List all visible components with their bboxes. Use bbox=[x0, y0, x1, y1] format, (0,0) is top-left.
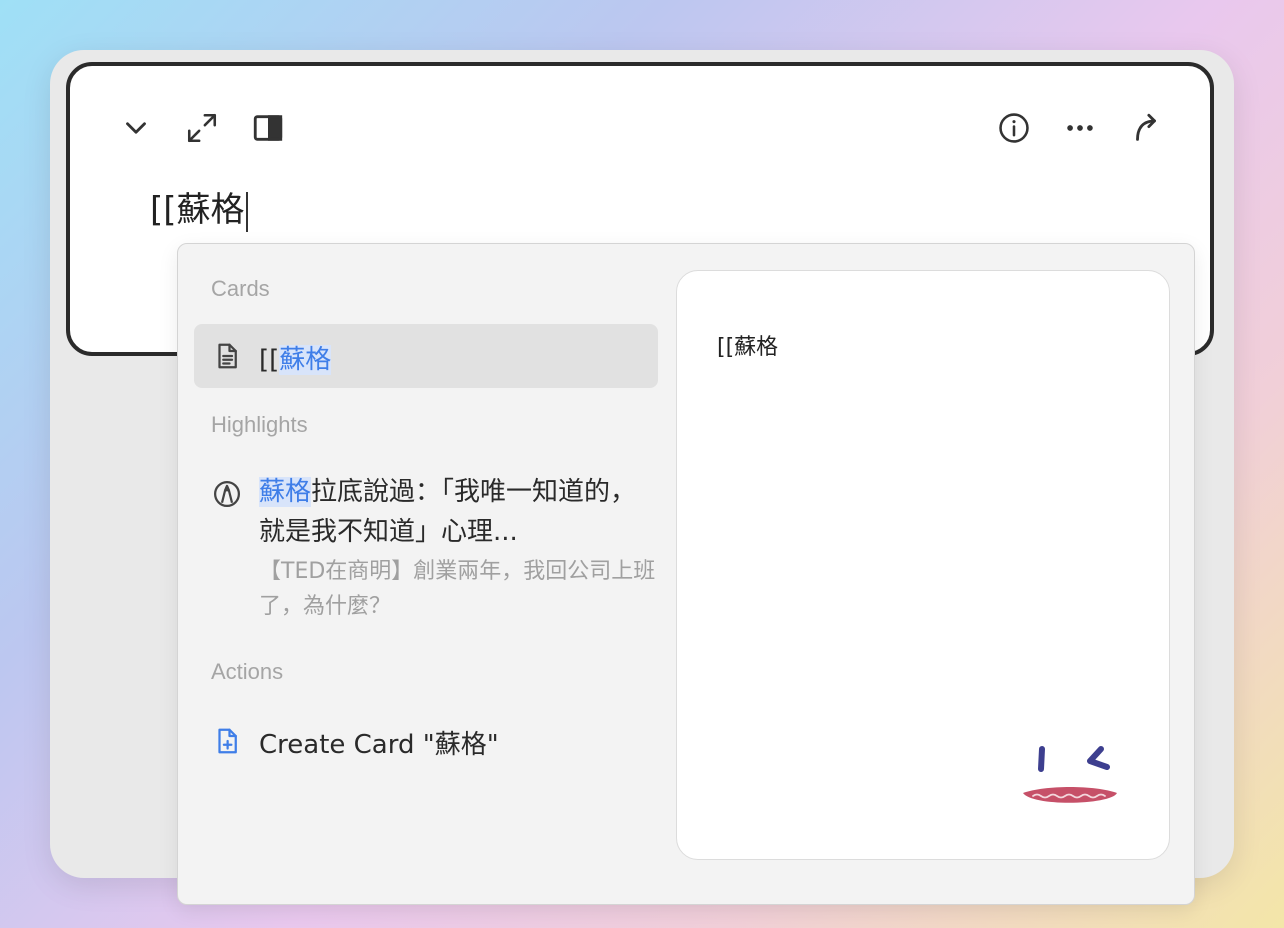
card-result-match: 蘇格 bbox=[279, 345, 332, 375]
more-dots-icon[interactable] bbox=[1060, 108, 1100, 148]
highlight-result-source: 【TED在商明】創業兩年，我回公司上班了，為什麼？ bbox=[259, 559, 656, 619]
editor-text: [[蘇格 bbox=[150, 190, 245, 230]
card-result-item[interactable]: [[蘇格 bbox=[194, 324, 658, 388]
sidebar-panel-icon[interactable] bbox=[248, 108, 288, 148]
highlight-result-match: 蘇格 bbox=[259, 477, 312, 507]
section-title-cards: Cards bbox=[211, 276, 270, 301]
section-title-actions: Actions bbox=[211, 659, 284, 684]
highlight-result-text: 蘇格拉底說過：「我唯一知道的，就是我不知道」心理... bbox=[259, 472, 649, 552]
expand-icon[interactable] bbox=[182, 108, 222, 148]
text-caret bbox=[245, 191, 248, 232]
card-result-prefix: [[ bbox=[259, 345, 280, 375]
mascot-face bbox=[1023, 746, 1117, 803]
add-document-icon bbox=[212, 726, 242, 756]
info-icon[interactable] bbox=[994, 108, 1034, 148]
editor-text-input[interactable]: [[蘇格 bbox=[150, 186, 248, 234]
document-icon bbox=[212, 341, 242, 371]
autocomplete-popup: Cards [[蘇格 Highlights 蘇格拉底說過：「我唯一知道的，就是我… bbox=[177, 243, 1195, 905]
share-arrow-icon[interactable] bbox=[1126, 108, 1166, 148]
chevron-down-icon[interactable] bbox=[116, 108, 156, 148]
highlight-result-body: 拉底說過：「我唯一知道的，就是我不知道」心理... bbox=[259, 477, 637, 547]
preview-panel: [[蘇格 bbox=[676, 270, 1170, 860]
preview-text: [[蘇格 bbox=[717, 335, 779, 360]
highlighter-icon bbox=[212, 479, 242, 509]
card-result-label: [[蘇格 bbox=[259, 339, 332, 376]
create-card-label: Create Card "蘇格" bbox=[259, 730, 499, 760]
section-title-highlights: Highlights bbox=[211, 412, 308, 437]
